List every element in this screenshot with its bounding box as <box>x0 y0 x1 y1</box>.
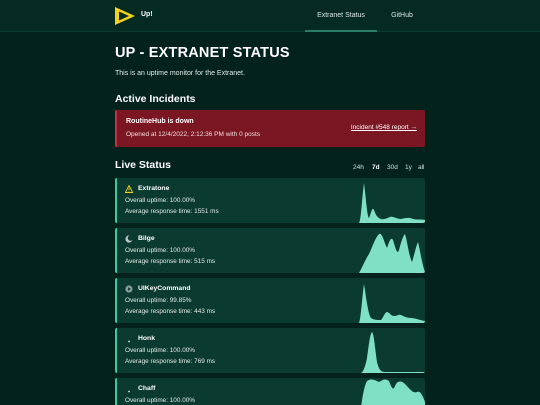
service-name: Extratone <box>138 185 170 192</box>
service-uptime: Overall uptime: 100.00% <box>125 347 195 354</box>
brand-name[interactable]: Up! <box>141 11 153 18</box>
service-name: Bilge <box>138 235 155 242</box>
service-uptime: Overall uptime: 99.85% <box>125 297 192 304</box>
dot-icon <box>128 390 130 393</box>
service-name: Chaff <box>138 385 156 392</box>
nav-github[interactable]: GitHub <box>383 0 421 32</box>
response-sparkline <box>357 284 425 323</box>
dot-icon <box>128 340 130 343</box>
range-selector: 24h 7d 30d 1y all <box>0 164 540 174</box>
service-uptime: Overall uptime: 100.00% <box>125 247 195 254</box>
active-incidents-heading: Active Incidents <box>115 93 196 105</box>
incident-title: RoutineHub is down <box>126 118 194 125</box>
service-uptime: Overall uptime: 100.00% <box>125 397 195 404</box>
range-24h[interactable]: 24h <box>353 164 364 171</box>
range-30d[interactable]: 30d <box>387 164 398 171</box>
play-triangle-icon[interactable] <box>114 6 136 26</box>
service-card-bilge[interactable]: Bilge Overall uptime: 100.00% Average re… <box>115 228 425 273</box>
range-7d[interactable]: 7d <box>372 164 380 171</box>
warning-triangle-icon <box>125 185 133 193</box>
service-name: UIKeyCommand <box>138 285 191 292</box>
incident-opened: Opened at 12/4/2022, 2:12:36 PM with 0 p… <box>126 131 261 138</box>
page-title: UP - EXTRANET STATUS <box>115 45 290 61</box>
range-1y[interactable]: 1y <box>405 164 412 171</box>
service-response-time: Average response time: 769 ms <box>125 358 216 365</box>
service-card-uikeycommand[interactable]: UIKeyCommand Overall uptime: 99.85% Aver… <box>115 278 425 323</box>
service-response-time: Average response time: 515 ms <box>125 258 216 265</box>
service-response-time: Average response time: 1551 ms <box>125 208 219 215</box>
service-card-extratone[interactable]: Extratone Overall uptime: 100.00% Averag… <box>115 178 425 223</box>
top-nav-bar: Up! Extranet Status GitHub <box>0 0 540 32</box>
nav-extranet-status[interactable]: Extranet Status <box>305 0 377 32</box>
service-card-chaff[interactable]: Chaff Overall uptime: 100.00% <box>115 378 425 405</box>
service-card-honk[interactable]: Honk Overall uptime: 100.00% Average res… <box>115 328 425 373</box>
response-sparkline <box>361 379 425 405</box>
service-name: Honk <box>138 335 155 342</box>
service-response-time: Average response time: 443 ms <box>125 308 216 315</box>
incident-card: RoutineHub is down Opened at 12/4/2022, … <box>115 110 425 147</box>
intro-text: This is an uptime monitor for the Extran… <box>115 70 245 77</box>
response-sparkline <box>357 332 425 373</box>
response-sparkline <box>357 233 425 273</box>
moon-icon <box>125 235 133 243</box>
service-uptime: Overall uptime: 100.00% <box>125 197 195 204</box>
incident-report-link[interactable]: Incident #548 report → <box>351 124 417 131</box>
range-all[interactable]: all <box>418 164 425 171</box>
play-circle-icon <box>125 285 133 293</box>
response-sparkline <box>357 183 425 223</box>
